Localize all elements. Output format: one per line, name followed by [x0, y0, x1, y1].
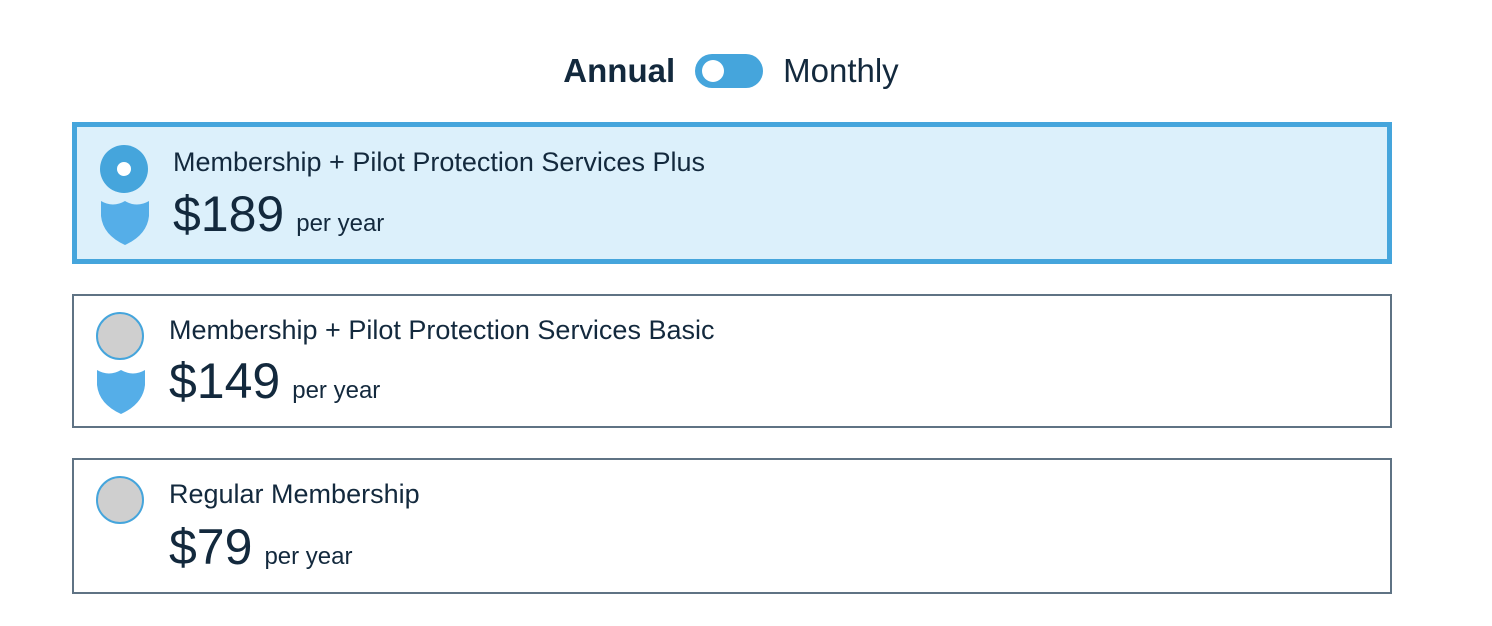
- plan-period: per year: [296, 210, 385, 237]
- plan-name: Membership + Pilot Protection Services P…: [173, 147, 705, 177]
- plan-option-regular[interactable]: Regular Membership $79 per year: [72, 458, 1392, 594]
- plan-radio[interactable]: [96, 312, 144, 360]
- plan-name: Membership + Pilot Protection Services B…: [169, 315, 715, 345]
- monthly-label[interactable]: Monthly: [783, 52, 899, 90]
- plan-name: Regular Membership: [169, 479, 420, 509]
- plan-price-row: $79 per year: [169, 518, 352, 576]
- plan-price-row: $149 per year: [169, 352, 380, 410]
- shield-icon: [97, 370, 145, 414]
- plan-period: per year: [292, 377, 381, 404]
- shield-icon: [101, 201, 149, 245]
- plan-price: $149: [169, 353, 281, 409]
- plan-price-row: $189 per year: [173, 185, 384, 243]
- plan-period: per year: [264, 543, 353, 570]
- annual-label[interactable]: Annual: [563, 52, 675, 90]
- plan-price: $79: [169, 519, 253, 575]
- plan-radio-selected[interactable]: [100, 145, 148, 193]
- plan-price: $189: [173, 186, 285, 242]
- billing-period-toggle: Annual Monthly: [0, 52, 1462, 90]
- plan-radio[interactable]: [96, 476, 144, 524]
- plan-option-plus[interactable]: Membership + Pilot Protection Services P…: [72, 122, 1392, 264]
- plan-option-basic[interactable]: Membership + Pilot Protection Services B…: [72, 294, 1392, 428]
- billing-toggle-switch[interactable]: [695, 54, 764, 88]
- toggle-knob: [702, 60, 725, 82]
